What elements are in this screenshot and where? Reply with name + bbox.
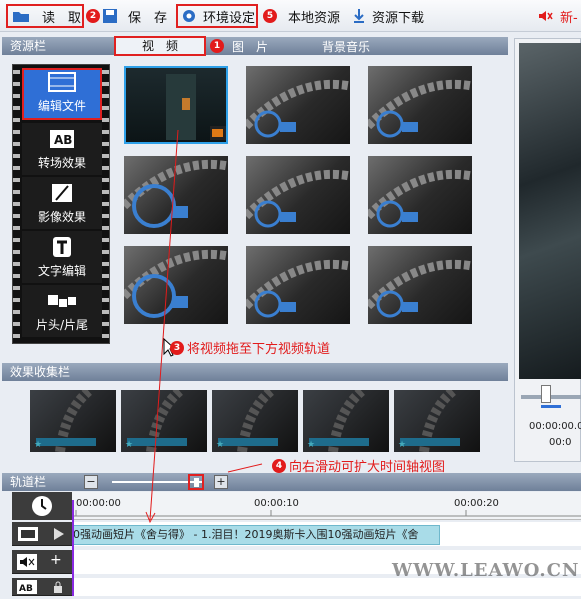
- watermark: WWW.LEAWO.CN: [392, 560, 580, 581]
- annotation-arrows: [145, 129, 263, 524]
